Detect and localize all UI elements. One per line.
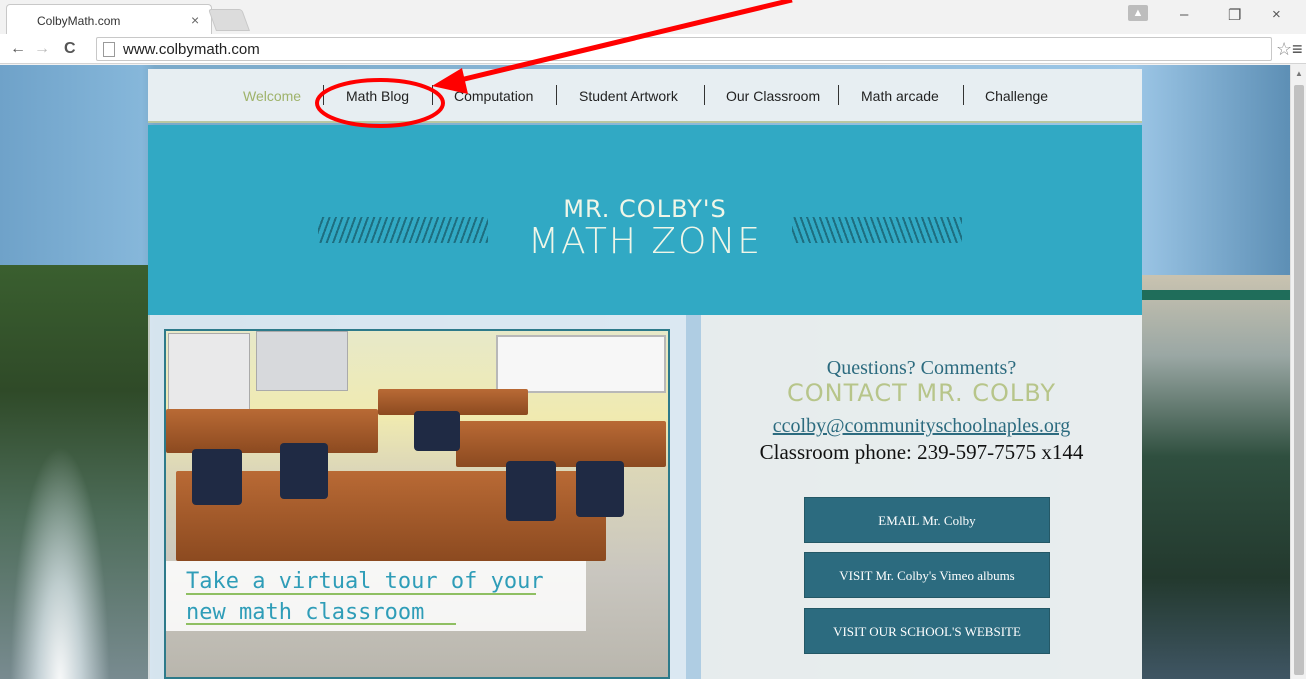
contact-email-link[interactable]: ccolby@communityschoolnaples.org bbox=[701, 415, 1142, 438]
nav-student-artwork[interactable]: Student Artwork bbox=[579, 88, 678, 104]
nav-computation[interactable]: Computation bbox=[454, 88, 533, 104]
photo-chair bbox=[192, 449, 242, 505]
photo-cabinet bbox=[168, 333, 250, 419]
school-website-button[interactable]: VISIT OUR SCHOOL'S WEBSITE bbox=[804, 608, 1050, 654]
url-text[interactable]: www.colbymath.com bbox=[123, 41, 260, 58]
minimize-icon[interactable]: – bbox=[1180, 6, 1188, 23]
tab-close-icon[interactable]: × bbox=[191, 12, 199, 28]
reload-icon[interactable]: C bbox=[64, 40, 76, 58]
photo-desk bbox=[456, 421, 666, 467]
nav-challenge[interactable]: Challenge bbox=[985, 88, 1048, 104]
forward-icon[interactable]: → bbox=[34, 40, 50, 58]
tour-underline bbox=[186, 623, 456, 625]
background-roof bbox=[1142, 290, 1290, 300]
photo-chair bbox=[280, 443, 328, 499]
scroll-thumb[interactable] bbox=[1294, 85, 1304, 675]
back-icon[interactable]: ← bbox=[10, 40, 26, 58]
restore-icon[interactable]: ❐ bbox=[1228, 6, 1241, 24]
scroll-up-icon[interactable]: ▲ bbox=[1295, 69, 1303, 78]
vimeo-button[interactable]: VISIT Mr. Colby's Vimeo albums bbox=[804, 552, 1050, 598]
nav-separator bbox=[556, 85, 557, 105]
header-banner: MR. COLBY'S MATH ZONE bbox=[148, 125, 1142, 315]
photo-chair bbox=[576, 461, 624, 517]
nav-separator bbox=[432, 85, 433, 105]
nav-our-classroom[interactable]: Our Classroom bbox=[726, 88, 820, 104]
background-building bbox=[1142, 275, 1290, 679]
tab-title: ColbyMath.com bbox=[37, 14, 121, 28]
nav-separator bbox=[323, 85, 324, 105]
nav-math-arcade[interactable]: Math arcade bbox=[861, 88, 939, 104]
photo-desk bbox=[166, 409, 378, 453]
tour-underline bbox=[186, 593, 536, 595]
contact-title: CONTACT MR. COLBY bbox=[786, 379, 1057, 407]
nav-welcome[interactable]: Welcome bbox=[243, 88, 301, 104]
new-tab-button[interactable] bbox=[207, 9, 251, 31]
nav-separator bbox=[838, 85, 839, 105]
nav-math-blog[interactable]: Math Blog bbox=[346, 88, 409, 104]
email-button[interactable]: EMAIL Mr. Colby bbox=[804, 497, 1050, 543]
site-nav: Welcome Math Blog Computation Student Ar… bbox=[148, 69, 1142, 123]
close-window-icon[interactable]: × bbox=[1272, 6, 1281, 23]
profile-icon[interactable]: ▲ bbox=[1128, 5, 1148, 21]
bookmark-star-icon[interactable]: ☆ bbox=[1276, 39, 1292, 60]
photo-whiteboard bbox=[496, 335, 666, 393]
background-fountain bbox=[10, 445, 110, 679]
contact-question: Questions? Comments? bbox=[826, 357, 1017, 379]
browser-tab[interactable]: ColbyMath.com × bbox=[6, 4, 212, 34]
browser-toolbar: ← → C www.colbymath.com ☆ ≡ bbox=[0, 34, 1306, 64]
address-bar[interactable]: www.colbymath.com bbox=[96, 37, 1272, 61]
chrome-menu-icon[interactable]: ≡ bbox=[1292, 39, 1303, 60]
photo-chair bbox=[506, 461, 556, 521]
nav-separator bbox=[963, 85, 964, 105]
page-icon bbox=[103, 42, 115, 57]
page-scrollbar[interactable]: ▲ bbox=[1290, 65, 1306, 679]
nav-separator bbox=[704, 85, 705, 105]
contact-phone: Classroom phone: 239-597-7575 x144 bbox=[759, 440, 1084, 464]
photo-shelf bbox=[256, 331, 348, 391]
banner-subtitle: MR. COLBY'S bbox=[563, 195, 727, 223]
photo-chair bbox=[414, 411, 460, 451]
banner-title: MATH ZONE bbox=[527, 221, 763, 262]
browser-tab-bar: ColbyMath.com × ▲ – ❐ × bbox=[0, 0, 1306, 34]
tour-caption[interactable]: Take a virtual tour of your new math cla… bbox=[186, 566, 586, 628]
